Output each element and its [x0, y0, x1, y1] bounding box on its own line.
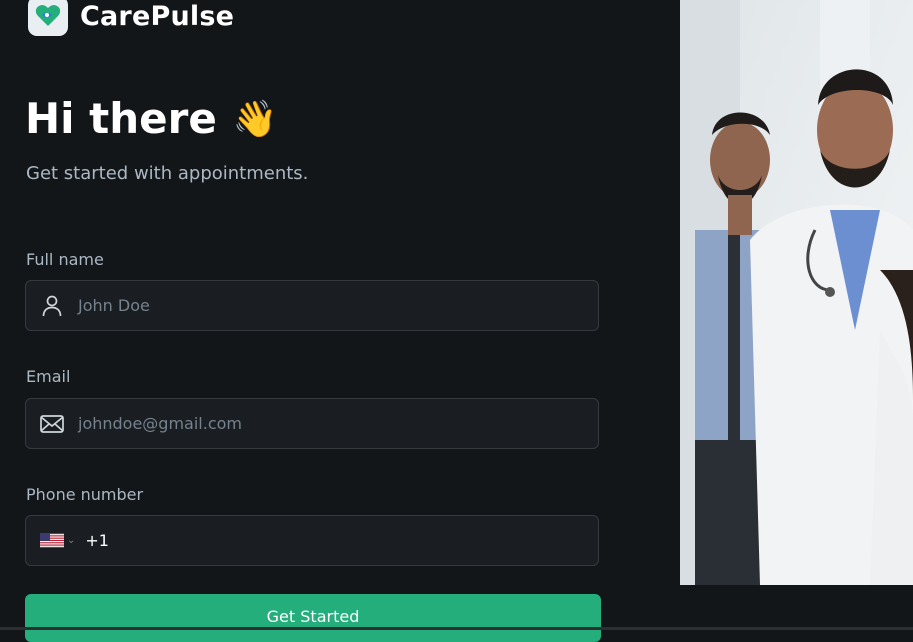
email-label: Email	[26, 367, 71, 386]
carepulse-logo-icon	[28, 0, 68, 36]
email-field[interactable]: johndoe@gmail.com	[25, 398, 599, 449]
phone-label: Phone number	[26, 485, 144, 504]
get-started-button[interactable]: Get Started	[25, 594, 601, 642]
full-name-label: Full name	[26, 250, 104, 269]
user-icon	[38, 294, 66, 318]
onboarding-panel: CarePulse Hi there 👋 Get started with ap…	[0, 0, 680, 642]
dial-code: +1	[85, 531, 109, 550]
waving-hand-icon: 👋	[232, 98, 278, 140]
page-title: Hi there 👋	[25, 94, 278, 143]
page-subtitle: Get started with appointments.	[26, 163, 309, 184]
chevron-down-icon[interactable]: ⌄	[67, 535, 75, 546]
mail-icon	[38, 414, 66, 433]
email-placeholder: johndoe@gmail.com	[78, 414, 242, 433]
brand-logo: CarePulse	[28, 0, 234, 36]
phone-field[interactable]: ⌄ +1	[25, 515, 599, 566]
greeting-text: Hi there	[25, 94, 217, 143]
us-flag-icon[interactable]	[40, 533, 64, 548]
photo-bottom-edge	[680, 585, 913, 630]
brand-name: CarePulse	[80, 0, 235, 32]
full-name-field[interactable]: John Doe	[25, 280, 599, 331]
doctors-photo	[680, 0, 913, 585]
full-name-placeholder: John Doe	[78, 296, 150, 315]
